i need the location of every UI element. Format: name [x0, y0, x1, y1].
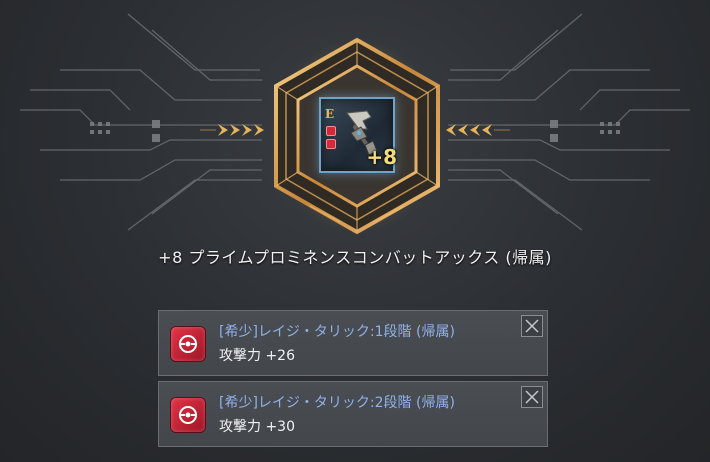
- close-icon: [525, 390, 539, 404]
- grade-letter: E: [325, 107, 335, 121]
- effect-card: [希少]レイジ・タリック:1段階 (帰属) 攻撃力 +26: [158, 310, 548, 376]
- close-button[interactable]: [521, 315, 543, 337]
- enhance-level: +8: [366, 145, 397, 169]
- effect-title: [希少]レイジ・タリック:2段階 (帰属): [219, 395, 455, 411]
- item-name: +8 プライムプロミネンスコンバットアックス (帰属): [158, 248, 552, 267]
- item-icon-slot[interactable]: E +8: [319, 97, 397, 173]
- close-button[interactable]: [521, 386, 543, 408]
- socket-gem-icon: [326, 126, 336, 136]
- effect-stat: 攻撃力 +30: [219, 419, 295, 435]
- socket-gem-icon: [326, 139, 336, 149]
- effect-title: [希少]レイジ・タリック:1段階 (帰属): [219, 324, 455, 340]
- effect-card: [希少]レイジ・タリック:2段階 (帰属) 攻撃力 +30: [158, 381, 548, 447]
- rage-talic-icon: [171, 398, 205, 432]
- close-icon: [525, 319, 539, 333]
- effect-stat: 攻撃力 +26: [219, 348, 295, 364]
- rage-talic-icon: [171, 327, 205, 361]
